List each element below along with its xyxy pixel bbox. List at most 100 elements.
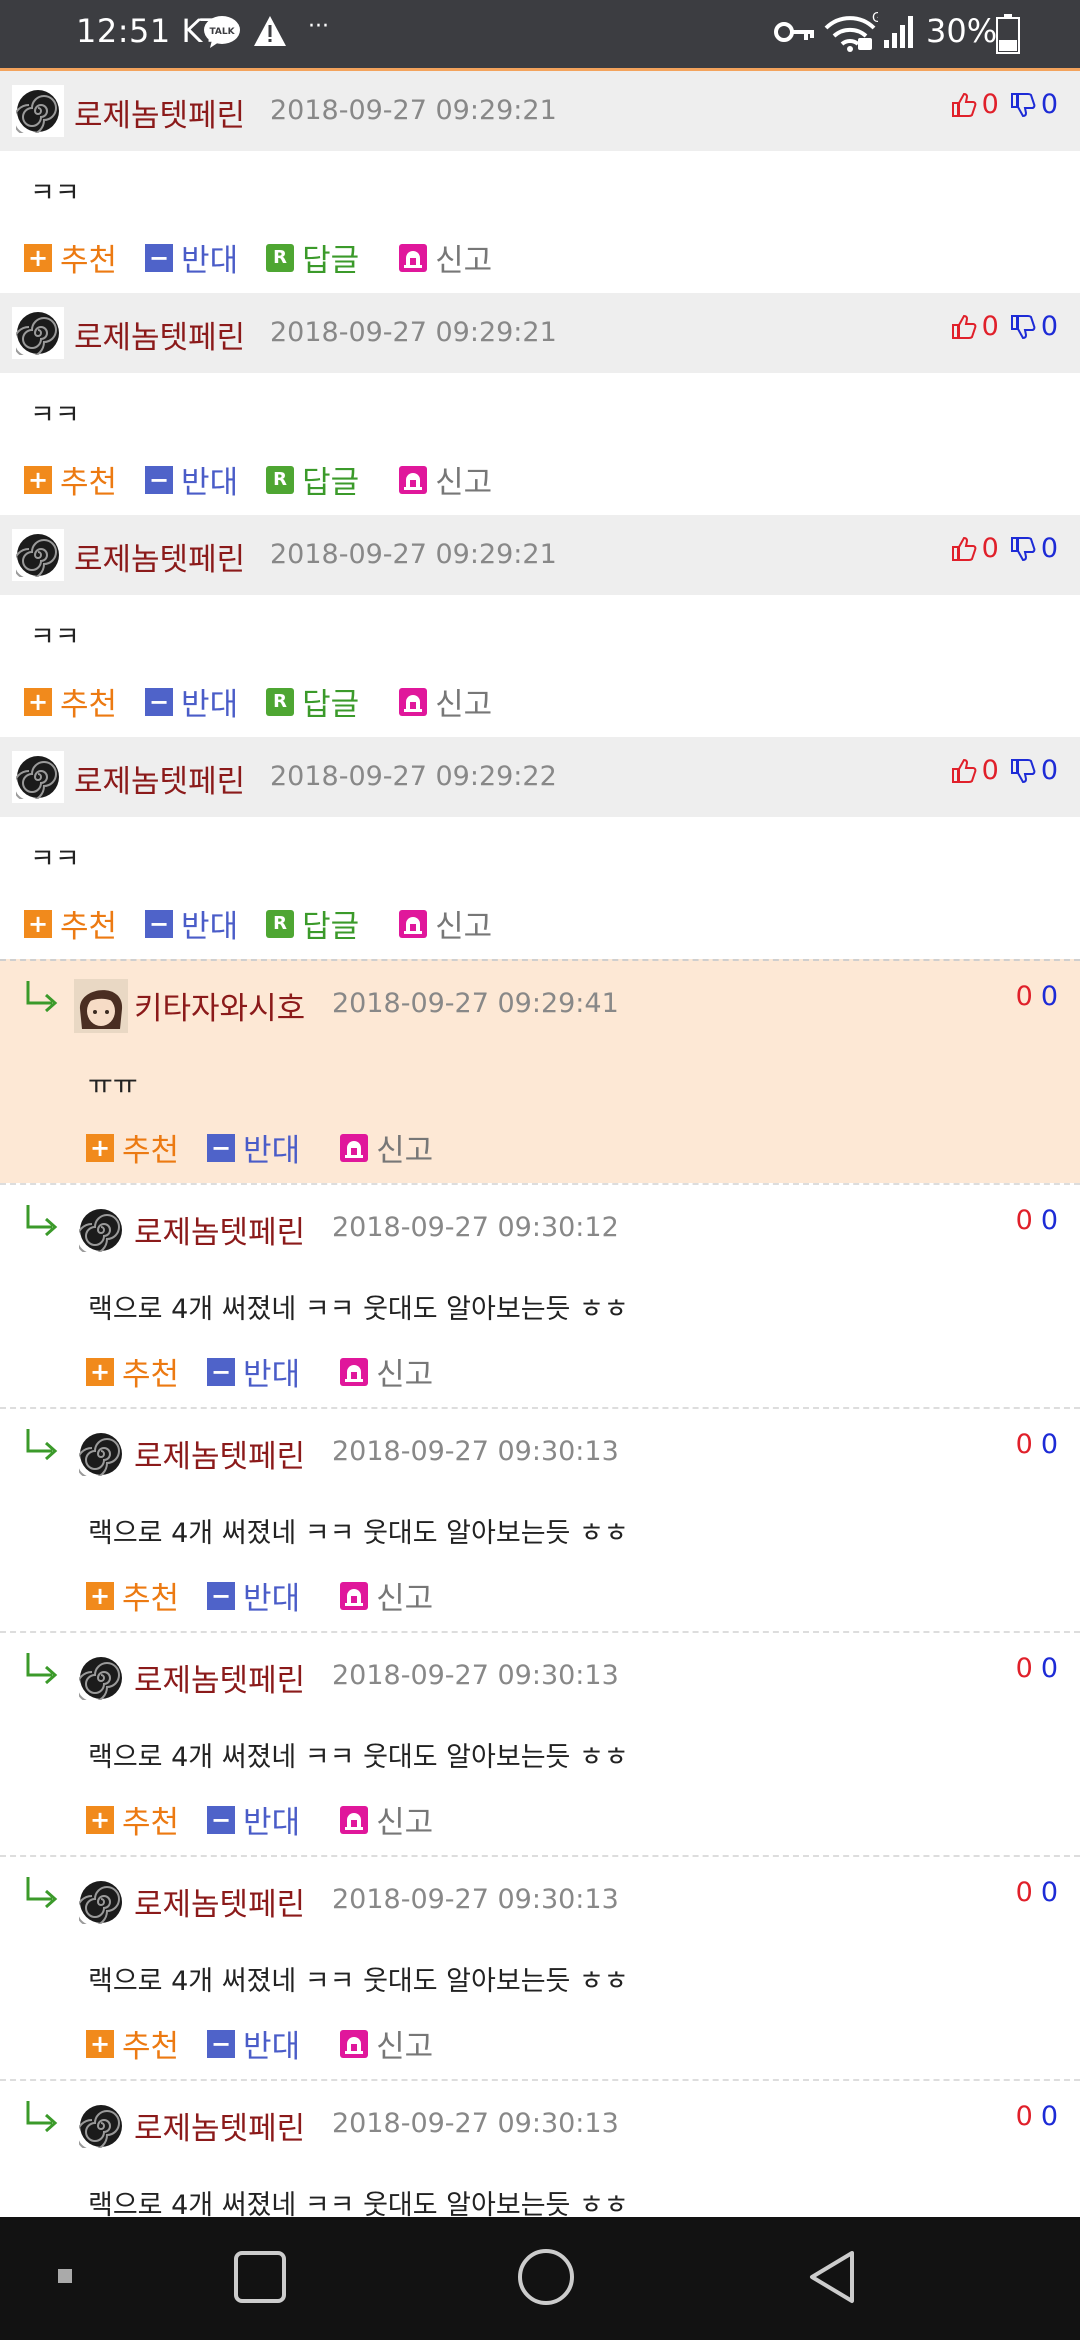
spiral-avatar[interactable]	[12, 85, 64, 137]
overview-square-icon[interactable]	[232, 2249, 288, 2305]
minus-icon: −	[145, 465, 174, 494]
oppose-button[interactable]: − 반대	[207, 1125, 300, 1170]
report-button[interactable]: 신고	[340, 1125, 433, 1170]
warning-icon	[254, 16, 286, 46]
downvote-count: 0	[1040, 1877, 1058, 1908]
reply-button[interactable]: R 답글	[266, 457, 359, 502]
reply-username[interactable]: 로제놈텟페린	[134, 1207, 305, 1252]
plus-icon: +	[86, 1805, 114, 1834]
report-button[interactable]: 신고	[399, 235, 492, 280]
reply-button[interactable]: R 답글	[266, 679, 359, 724]
spiral-avatar[interactable]	[74, 1203, 128, 1257]
comment-item: 로제놈텟페린 2018-09-27 09:29:21 0 0 ㅋㅋ + 추천 − 반…	[0, 71, 1080, 293]
thumbs-up-icon[interactable]	[950, 757, 978, 785]
downvote-count: 0	[1040, 533, 1058, 564]
thumbs-down-icon[interactable]	[1009, 757, 1037, 785]
report-button[interactable]: 신고	[399, 901, 492, 946]
oppose-button[interactable]: − 반대	[207, 1797, 300, 1842]
recents-dot-icon[interactable]	[56, 2267, 74, 2285]
reply-username[interactable]: 키타자와시호	[134, 983, 305, 1028]
siren-icon	[340, 1805, 369, 1834]
thumbs-down-icon[interactable]	[1009, 535, 1037, 563]
comment-votes: 0 0	[950, 89, 1058, 120]
comment-username[interactable]: 로제놈텟페린	[74, 312, 245, 357]
comment-header: 로제놈텟페린 2018-09-27 09:29:21 0 0	[0, 293, 1080, 373]
comment-header: 로제놈텟페린 2018-09-27 09:29:22 0 0	[0, 737, 1080, 817]
recommend-button[interactable]: + 추천	[24, 679, 117, 724]
kakaotalk-icon: TALK	[204, 16, 240, 48]
spiral-avatar[interactable]	[74, 2099, 128, 2153]
thumbs-down-icon[interactable]	[1009, 313, 1037, 341]
comment-username[interactable]: 로제놈텟페린	[74, 534, 245, 579]
reply-username[interactable]: 로제놈텟페린	[134, 1879, 305, 1924]
thumbs-up-icon[interactable]	[950, 313, 978, 341]
upvote-count: 0	[981, 755, 999, 786]
recommend-button[interactable]: + 추천	[86, 1573, 179, 1618]
spiral-avatar[interactable]	[74, 1875, 128, 1929]
reply-button[interactable]: R 답글	[266, 901, 359, 946]
oppose-button[interactable]: − 반대	[207, 1573, 300, 1618]
upvote-count: 0	[1015, 1205, 1033, 1236]
report-button[interactable]: 신고	[340, 1349, 433, 1394]
recommend-button[interactable]: + 추천	[86, 1125, 179, 1170]
oppose-button[interactable]: − 반대	[207, 1349, 300, 1394]
thumbs-up-icon[interactable]	[950, 91, 978, 119]
oppose-button[interactable]: − 반대	[145, 679, 238, 724]
thumbs-up-icon[interactable]	[950, 535, 978, 563]
minus-icon: −	[207, 1805, 236, 1834]
siren-icon	[340, 2029, 369, 2058]
spiral-avatar[interactable]	[74, 1427, 128, 1481]
reply-votes: 0 0	[1016, 981, 1058, 1012]
siren-icon	[340, 1357, 369, 1386]
comment-actions: + 추천 − 반대 R 답글 신고	[24, 235, 520, 280]
minus-icon: −	[207, 1581, 236, 1610]
recommend-button[interactable]: + 추천	[86, 2021, 179, 2066]
thumbs-down-icon[interactable]	[1009, 91, 1037, 119]
reply-item: 로제놈텟페린 2018-09-27 09:30:12 0 0 랙으로 4개 써졌…	[0, 1183, 1080, 1407]
oppose-button[interactable]: − 반대	[207, 2021, 300, 2066]
minus-icon: −	[145, 687, 174, 716]
recommend-button[interactable]: + 추천	[86, 1797, 179, 1842]
report-button[interactable]: 신고	[340, 2021, 433, 2066]
character-avatar[interactable]	[74, 979, 128, 1033]
recommend-button[interactable]: + 추천	[24, 901, 117, 946]
reply-item: 로제놈텟페린 2018-09-27 09:30:13 0 0 랙으로 4개 써졌…	[0, 1631, 1080, 1855]
comment-item: 로제놈텟페린 2018-09-27 09:29:21 0 0 ㅋㅋ + 추천 − 반…	[0, 515, 1080, 737]
comment-username[interactable]: 로제놈텟페린	[74, 756, 245, 801]
report-button[interactable]: 신고	[399, 679, 492, 724]
reply-username[interactable]: 로제놈텟페린	[134, 1431, 305, 1476]
comment-list[interactable]: 로제놈텟페린 2018-09-27 09:29:21 0 0 ㅋㅋ + 추천 − 반…	[0, 71, 1080, 2217]
spiral-avatar[interactable]	[12, 307, 64, 359]
reply-actions: + 추천 − 반대 신고	[86, 1125, 461, 1170]
home-circle-icon[interactable]	[516, 2247, 576, 2307]
oppose-button[interactable]: − 반대	[145, 901, 238, 946]
comment-item: 로제놈텟페린 2018-09-27 09:29:22 0 0 ㅋㅋ + 추천 − 반…	[0, 737, 1080, 959]
upvote-count: 0	[1015, 981, 1033, 1012]
spiral-avatar[interactable]	[12, 529, 64, 581]
downvote-count: 0	[1040, 1205, 1058, 1236]
oppose-button[interactable]: − 반대	[145, 457, 238, 502]
upvote-count: 0	[1015, 1429, 1033, 1460]
report-button[interactable]: 신고	[399, 457, 492, 502]
reply-arrow-icon	[26, 1429, 58, 1461]
recommend-button[interactable]: + 추천	[86, 1349, 179, 1394]
spiral-avatar[interactable]	[12, 751, 64, 803]
back-triangle-icon[interactable]	[804, 2247, 860, 2307]
reply-votes: 0 0	[1016, 1653, 1058, 1684]
siren-icon	[399, 909, 428, 938]
spiral-avatar[interactable]	[74, 1651, 128, 1705]
report-button[interactable]: 신고	[340, 1797, 433, 1842]
comment-date: 2018-09-27 09:29:21	[270, 95, 557, 126]
siren-icon	[399, 465, 428, 494]
report-button[interactable]: 신고	[340, 1573, 433, 1618]
downvote-count: 0	[1040, 89, 1058, 120]
reply-username[interactable]: 로제놈텟페린	[134, 2103, 305, 2148]
plus-icon: +	[24, 909, 52, 938]
recommend-button[interactable]: + 추천	[24, 235, 117, 280]
reply-username[interactable]: 로제놈텟페린	[134, 1655, 305, 1700]
oppose-button[interactable]: − 반대	[145, 235, 238, 280]
comment-username[interactable]: 로제놈텟페린	[74, 90, 245, 135]
reply-button[interactable]: R 답글	[266, 235, 359, 280]
comment-actions: + 추천 − 반대 R 답글 신고	[24, 679, 520, 724]
recommend-button[interactable]: + 추천	[24, 457, 117, 502]
